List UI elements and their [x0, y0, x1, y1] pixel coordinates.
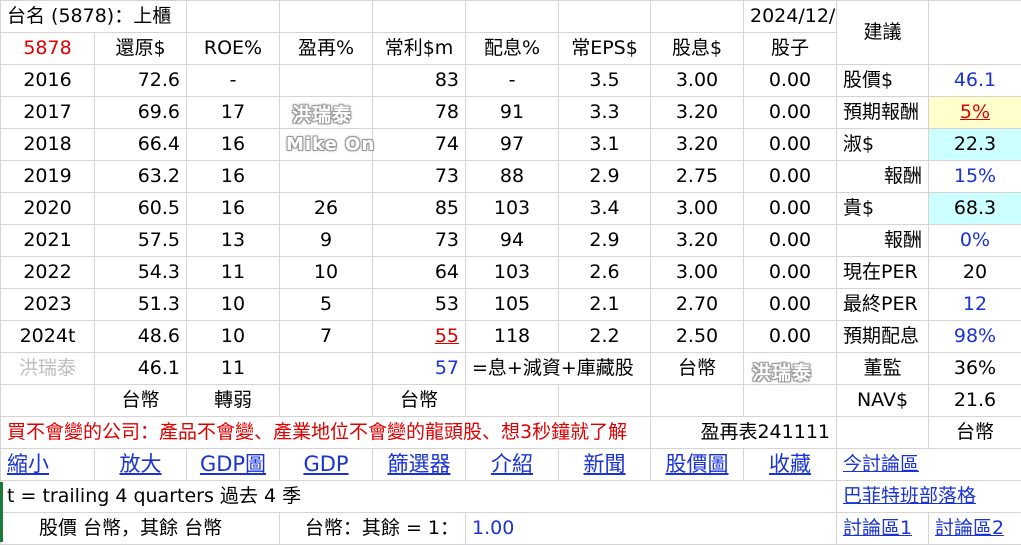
investment-message: 買不會變的公司：產品不會變、產業地位不會變的龍頭股、想3秒鐘就了解 — [1, 417, 651, 449]
table-row: 2017 69.6 17 78 91 3.3 3.20 0.00 預期報酬 5% — [1, 97, 1021, 129]
col-header: 配息% — [466, 33, 559, 65]
stock-sheet: 台名 (5878)：上櫃 2024/12/20 建議 5878 還原$ ROE%… — [0, 0, 1021, 542]
today-forum-link[interactable]: 今討論區 — [843, 453, 919, 475]
price-line-row: 股價 台幣，其餘 台幣 台幣：其餘 = 1： 1.00 討論區1 討論區2 — [1, 513, 1021, 545]
col-header: 常EPS$ — [559, 33, 651, 65]
payout-note: =息+減資+庫藏股 — [466, 353, 651, 385]
date-label: 2024/12/20 — [744, 1, 837, 33]
advice-header: 建議 — [837, 1, 929, 65]
nav-row: 縮小 放大 GDP圖 GDP 篩選器 介紹 新聞 股價圖 收藏 今討論區 — [1, 449, 1021, 481]
fx-value: 1.00 — [466, 513, 837, 545]
current-name: 洪瑞泰 — [1, 353, 95, 385]
price-chart-link[interactable]: 股價圖 — [666, 452, 729, 476]
side-value: 98% — [929, 321, 1021, 353]
stock-table: 台名 (5878)：上櫃 2024/12/20 建議 5878 還原$ ROE%… — [0, 0, 1021, 545]
side-label: 現在PER — [837, 257, 929, 289]
side-label: 董監 — [837, 353, 929, 385]
col-header: 常利$m — [373, 33, 466, 65]
side-label: 報酬 — [837, 161, 929, 193]
stock-code: 5878 — [1, 33, 95, 65]
side-value: 12 — [929, 289, 1021, 321]
side-label: 貴$ — [837, 193, 929, 225]
favorites-link[interactable]: 收藏 — [769, 452, 811, 476]
side-value: 5% — [929, 97, 1021, 129]
intro-link[interactable]: 介紹 — [491, 452, 533, 476]
trailing-row: t = trailing 4 quarters 過去 4 季 巴菲特班部落格 — [1, 481, 1021, 513]
zoom-in-link[interactable]: 放大 — [120, 452, 162, 476]
col-header: 盈再% — [280, 33, 373, 65]
side-value: 21.6 — [929, 385, 1021, 417]
table-row: 2023 51.3 10 5 53 105 2.1 2.70 0.00 最終PE… — [1, 289, 1021, 321]
fx-label: 台幣：其餘 = 1： — [280, 513, 466, 545]
side-label: NAV$ — [837, 385, 929, 417]
col-header: ROE% — [187, 33, 280, 65]
screener-link[interactable]: 篩選器 — [388, 452, 451, 476]
row-marker — [0, 482, 3, 542]
buffett-blog-link[interactable]: 巴菲特班部落格 — [843, 485, 976, 507]
col-header: 股子 — [744, 33, 837, 65]
current-row: 洪瑞泰 46.1 11 57 =息+減資+庫藏股 台幣 董監 36% — [1, 353, 1021, 385]
side-value: 20 — [929, 257, 1021, 289]
message-row: 買不會變的公司：產品不會變、產業地位不會變的龍頭股、想3秒鐘就了解 盈再表241… — [1, 417, 1021, 449]
trailing-note: t = trailing 4 quarters 過去 4 季 — [1, 481, 837, 513]
side-label: 淑$ — [837, 129, 929, 161]
table-reference: 盈再表241111 — [651, 417, 837, 449]
side-label: 股價$ — [837, 65, 929, 97]
col-header: 還原$ — [95, 33, 187, 65]
zoom-out-link[interactable]: 縮小 — [7, 452, 49, 476]
side-value: 46.1 — [929, 65, 1021, 97]
gdp-link[interactable]: GDP — [303, 452, 348, 476]
price-currency-note: 股價 台幣，其餘 台幣 — [1, 513, 280, 545]
side-label: 預期配息 — [837, 321, 929, 353]
col-header: 股息$ — [651, 33, 744, 65]
side-value: 15% — [929, 161, 1021, 193]
forum-1-link[interactable]: 討論區1 — [843, 517, 912, 539]
side-value: 68.3 — [929, 193, 1021, 225]
table-row: 2016 72.6 - 83 - 3.5 3.00 0.00 股價$ 46.1 — [1, 65, 1021, 97]
side-label: 預期報酬 — [837, 97, 929, 129]
table-row: 2018 66.4 16 74 97 3.1 3.20 0.00 淑$ 22.3 — [1, 129, 1021, 161]
gdp-chart-link[interactable]: GDP圖 — [200, 452, 266, 476]
page-title: 台名 (5878)：上櫃 — [1, 1, 187, 33]
table-row: 2021 57.5 13 9 73 94 2.9 3.20 0.00 報酬 0% — [1, 225, 1021, 257]
table-row: 2024t 48.6 10 7 55 118 2.2 2.50 0.00 預期配… — [1, 321, 1021, 353]
side-value: 0% — [929, 225, 1021, 257]
side-label: 報酬 — [837, 225, 929, 257]
side-value: 22.3 — [929, 129, 1021, 161]
table-row: 2020 60.5 16 26 85 103 3.4 3.00 0.00 貴$ … — [1, 193, 1021, 225]
forum-2-link[interactable]: 討論區2 — [935, 517, 1004, 539]
side-value: 台幣 — [929, 417, 1021, 449]
news-link[interactable]: 新聞 — [584, 452, 626, 476]
table-row: 2019 63.2 16 73 88 2.9 2.75 0.00 報酬 15% — [1, 161, 1021, 193]
side-value: 36% — [929, 353, 1021, 385]
side-label: 最終PER — [837, 289, 929, 321]
table-row: 2022 54.3 11 10 64 103 2.6 3.00 0.00 現在P… — [1, 257, 1021, 289]
units-row: 台幣 轉弱 台幣 NAV$ 21.6 — [1, 385, 1021, 417]
